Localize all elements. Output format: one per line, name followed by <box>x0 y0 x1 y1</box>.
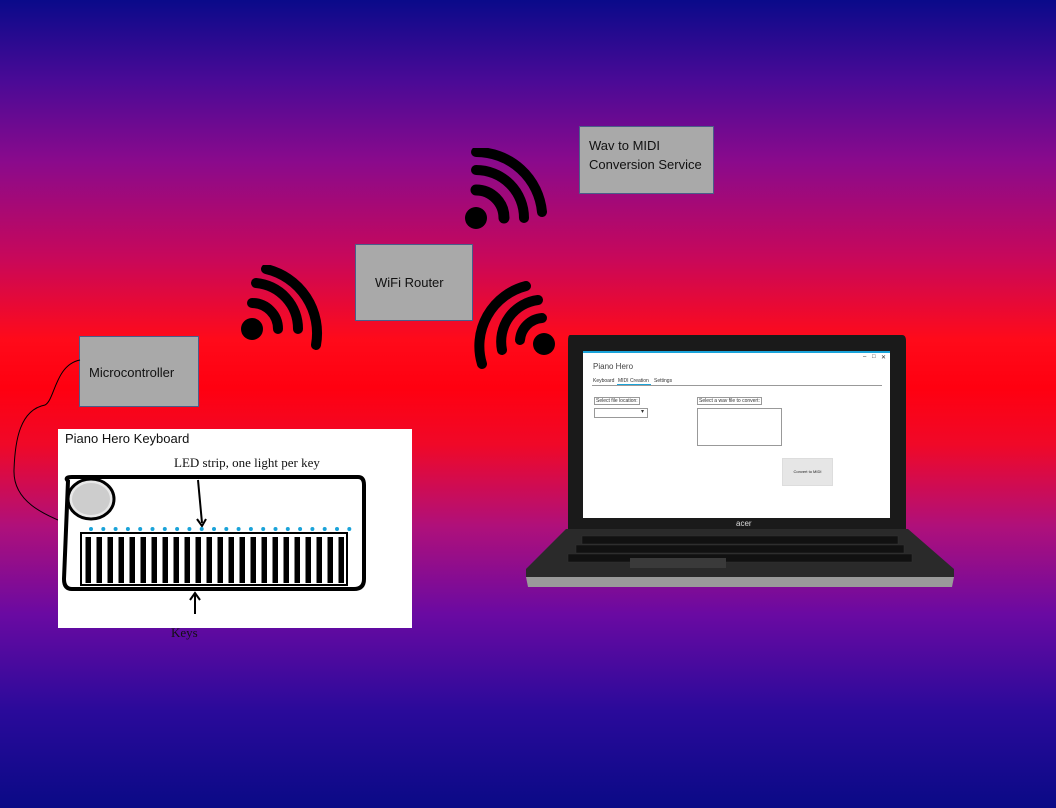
piano-key <box>162 537 168 583</box>
piano-key <box>173 537 179 583</box>
active-tab-indicator <box>617 384 651 385</box>
piano-key <box>283 537 289 583</box>
led-light <box>236 527 241 531</box>
led-light <box>101 527 106 531</box>
keys-label: Keys <box>171 625 198 640</box>
piano-key <box>327 537 333 583</box>
led-light <box>298 527 303 531</box>
led-light <box>199 527 204 531</box>
led-light <box>322 527 327 531</box>
piano-key <box>184 537 190 583</box>
piano-key <box>250 537 256 583</box>
piano-key <box>206 537 212 583</box>
chevron-down-icon: ▾ <box>640 409 644 415</box>
piano-key <box>217 537 223 583</box>
app-window: – □ ✕ Piano Hero Keyboard MIDI Creation … <box>583 351 890 518</box>
piano-key <box>85 537 91 583</box>
led-light <box>224 527 229 531</box>
led-light <box>162 527 167 531</box>
close-button[interactable]: ✕ <box>881 354 886 361</box>
piano-key <box>107 537 113 583</box>
piano-key <box>140 537 146 583</box>
led-strip <box>89 527 352 531</box>
brand-logo: acer <box>736 519 752 528</box>
led-light <box>347 527 352 531</box>
led-light <box>335 527 339 531</box>
wav-file-input[interactable] <box>697 408 782 446</box>
piano-key <box>129 537 135 583</box>
tab-keyboard[interactable]: Keyboard <box>593 378 614 384</box>
convert-to-midi-button[interactable]: Convert to MIDI <box>782 458 833 486</box>
led-light <box>310 527 315 531</box>
piano-key <box>118 537 124 583</box>
window-accent-bar <box>583 351 890 353</box>
minimize-button[interactable]: – <box>863 354 866 360</box>
keyboard-panel: Piano Hero Keyboard LED strip, one light… <box>58 429 412 628</box>
file-location-dropdown[interactable]: ▾ <box>594 408 648 418</box>
led-light <box>175 527 180 531</box>
piano-key <box>96 537 102 583</box>
piano-key <box>195 537 201 583</box>
led-light <box>150 527 155 531</box>
led-light <box>212 527 216 531</box>
led-light <box>248 527 253 531</box>
keyboard-drawing <box>61 475 366 614</box>
piano-key <box>239 537 245 583</box>
piano-key <box>261 537 267 583</box>
led-light <box>113 527 118 531</box>
led-light <box>138 527 143 531</box>
piano-key <box>272 537 278 583</box>
piano-key <box>338 537 344 583</box>
led-light <box>261 527 266 531</box>
file-location-label: Select file location: <box>594 397 640 405</box>
piano-key <box>316 537 322 583</box>
piano-key <box>228 537 234 583</box>
piano-key <box>151 537 157 583</box>
led-light <box>125 527 130 531</box>
tab-settings[interactable]: Settings <box>654 378 672 384</box>
led-light <box>285 527 290 531</box>
led-light <box>187 527 192 531</box>
piano-key <box>305 537 311 583</box>
app-title: Piano Hero <box>593 362 634 371</box>
wav-file-label: Select a wav file to convert: <box>697 397 762 405</box>
led-light <box>273 527 278 531</box>
led-light <box>89 527 93 531</box>
tab-divider <box>592 385 882 386</box>
maximize-button[interactable]: □ <box>872 354 876 360</box>
piano-key <box>294 537 300 583</box>
